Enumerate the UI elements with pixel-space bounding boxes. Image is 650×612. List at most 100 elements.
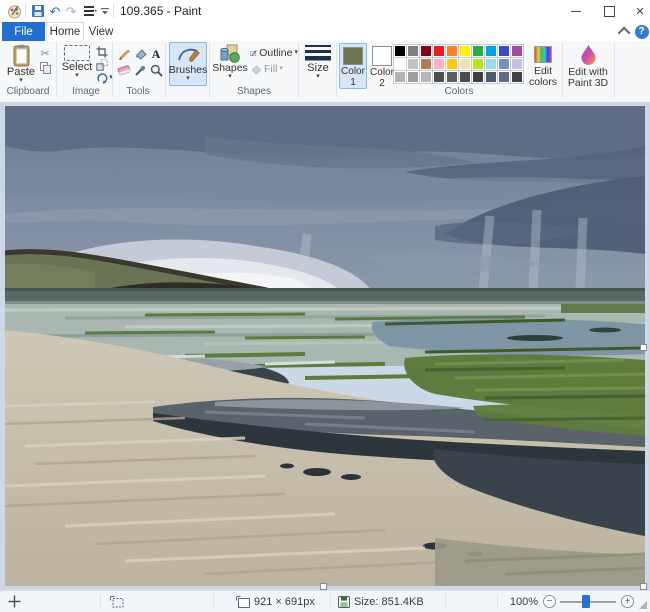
palette-color[interactable] [393, 57, 407, 71]
group-label-clipboard: Clipboard [6, 86, 50, 97]
group-separator [56, 43, 57, 97]
status-bar: 921 × 691px Size: 851.4KB 100% − + [0, 590, 650, 612]
tab-file[interactable]: File [2, 22, 45, 41]
select-icon [64, 45, 90, 61]
crop-button[interactable] [94, 45, 110, 59]
statusbar-separator [497, 594, 498, 609]
qat-dropdown-icon[interactable] [99, 0, 111, 22]
palette-color[interactable] [458, 44, 472, 58]
palette-color[interactable] [510, 57, 524, 71]
palette-color[interactable] [484, 44, 498, 58]
statusbar-separator [213, 594, 214, 609]
outline-button[interactable]: Outline ▾ [250, 46, 298, 60]
color-picker-tool-button[interactable] [132, 63, 148, 77]
group-separator [562, 43, 563, 97]
canvas-resize-handle-right[interactable] [640, 344, 647, 351]
color1-swatch [343, 47, 363, 65]
edit-colors-button[interactable]: Edit colors [526, 46, 560, 88]
palette-color[interactable] [393, 70, 407, 84]
palette-color[interactable] [419, 70, 433, 84]
palette-color[interactable] [497, 70, 511, 84]
cut-button[interactable]: ✂ [37, 46, 53, 60]
text-tool-button[interactable]: A [148, 47, 164, 61]
eraser-tool-button[interactable] [116, 63, 132, 77]
canvas-resize-handle-bottom[interactable] [320, 583, 327, 590]
color2-button[interactable]: Color 2 [369, 43, 395, 92]
tab-home[interactable]: Home [46, 22, 84, 41]
help-icon: ? [634, 24, 649, 39]
collapse-ribbon-icon[interactable] [617, 22, 632, 41]
palette-color[interactable] [497, 44, 511, 58]
palette-color[interactable] [484, 70, 498, 84]
shapes-button[interactable]: Shapes ▾ [212, 44, 248, 80]
magnifier-tool-button[interactable] [148, 63, 164, 77]
help-button[interactable]: ? [634, 22, 649, 41]
paste-button[interactable]: Paste ▾ [4, 44, 38, 84]
size-caret-icon: ▾ [316, 73, 320, 80]
palette-color[interactable] [419, 57, 433, 71]
selection-size-icon [110, 591, 124, 612]
edit-colors-icon [534, 46, 552, 63]
palette-color[interactable] [432, 70, 446, 84]
outline-icon [250, 50, 257, 57]
palette-color[interactable] [458, 70, 472, 84]
customize-toolbar-button[interactable] [80, 0, 100, 22]
tab-view[interactable]: View [84, 22, 118, 41]
select-button[interactable]: Select ▾ [60, 44, 94, 79]
palette-color[interactable] [445, 70, 459, 84]
save-button[interactable] [29, 0, 47, 22]
redo-button[interactable]: ↷ [63, 0, 79, 22]
canvas-resize-handle-corner[interactable] [640, 583, 647, 590]
palette-color[interactable] [432, 44, 446, 58]
group-label-shapes: Shapes [237, 86, 271, 97]
undo-button[interactable]: ↶ [47, 0, 63, 22]
window-title: 109.365 - Paint [120, 4, 202, 18]
palette-color[interactable] [406, 57, 420, 71]
zoom-out-button[interactable]: − [543, 591, 556, 612]
edit-with-paint3d-button[interactable]: Edit with Paint 3D [566, 44, 610, 89]
zoom-slider-thumb[interactable] [582, 595, 590, 608]
canvas-size-icon [236, 591, 250, 612]
palette-color[interactable] [510, 44, 524, 58]
toolbar-separator [25, 4, 26, 18]
fill-option-icon [251, 64, 262, 75]
palette-color[interactable] [419, 44, 433, 58]
palette-color[interactable] [445, 57, 459, 71]
fill-caret-icon: ▾ [279, 65, 283, 72]
size-button[interactable]: Size ▾ [302, 45, 334, 80]
zoom-in-button[interactable]: + [621, 591, 634, 612]
cursor-position-icon [8, 591, 21, 612]
palette-color[interactable] [406, 70, 420, 84]
close-button[interactable]: ✕ [628, 0, 650, 22]
palette-color[interactable] [406, 44, 420, 58]
fill-option-button[interactable]: Fill ▾ [250, 62, 290, 76]
palette-color[interactable] [471, 70, 485, 84]
statusbar-separator [100, 594, 101, 609]
file-size-value: Size: 851.4KB [354, 595, 424, 608]
palette-color[interactable] [484, 57, 498, 71]
resize-grip[interactable] [639, 601, 647, 609]
palette-color[interactable] [497, 57, 511, 71]
paste-caret-icon: ▾ [19, 77, 23, 84]
pencil-tool-button[interactable] [116, 47, 132, 61]
palette-color[interactable] [471, 44, 485, 58]
fill-tool-button[interactable] [132, 47, 148, 61]
palette-color[interactable] [458, 57, 472, 71]
copy-button[interactable] [37, 61, 53, 75]
palette-color[interactable] [510, 70, 524, 84]
paint3d-icon [580, 45, 596, 65]
resize-button[interactable] [94, 58, 110, 72]
ribbon-tab-row: File Home View ? [0, 22, 650, 41]
palette-color[interactable] [471, 57, 485, 71]
paint-canvas[interactable] [4, 106, 646, 586]
color1-button[interactable]: Color 1 [339, 43, 367, 89]
color-palette [393, 44, 524, 84]
palette-color[interactable] [393, 44, 407, 58]
palette-color[interactable] [432, 57, 446, 71]
palette-color[interactable] [445, 44, 459, 58]
brushes-button[interactable]: Brushes ▾ [169, 42, 207, 86]
maximize-button[interactable] [597, 0, 621, 22]
minimize-button[interactable] [564, 0, 588, 22]
group-separator [614, 43, 615, 97]
toolbar-separator [113, 4, 114, 18]
